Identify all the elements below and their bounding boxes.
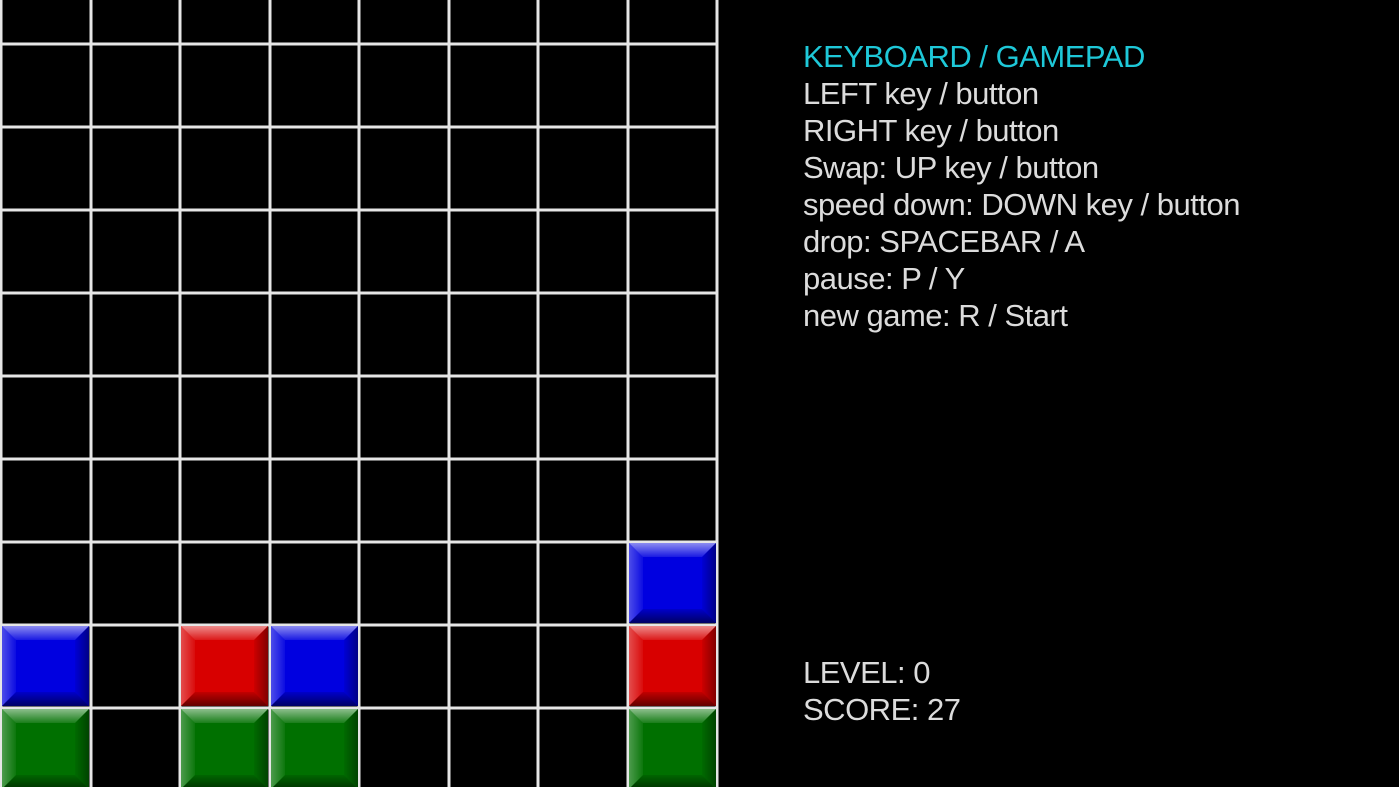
level-value: 0	[913, 655, 930, 690]
control-line-swap: Swap: UP key / button	[803, 150, 1099, 185]
block-red	[181, 626, 268, 706]
control-line-drop: drop: SPACEBAR / A	[803, 224, 1085, 259]
block-green	[271, 709, 358, 787]
block-blue	[2, 626, 89, 706]
control-line-right: RIGHT key / button	[803, 113, 1059, 148]
block-green	[2, 709, 89, 787]
grid-lines	[0, 0, 719, 787]
block-red	[629, 626, 716, 706]
score-value: 27	[926, 692, 961, 727]
game-screen: KEYBOARD / GAMEPAD LEFT key / button RIG…	[0, 0, 1399, 787]
control-line-pause: pause: P / Y	[803, 261, 965, 296]
level-readout: LEVEL: 0	[803, 654, 960, 691]
score-label: SCORE:	[803, 692, 919, 727]
block-blue	[629, 543, 716, 623]
control-line-left: LEFT key / button	[803, 76, 1039, 111]
board-grid	[0, 0, 719, 787]
control-line-speed-down: speed down: DOWN key / button	[803, 187, 1240, 222]
controls-panel: KEYBOARD / GAMEPAD LEFT key / button RIG…	[803, 38, 1383, 334]
controls-heading: KEYBOARD / GAMEPAD	[803, 39, 1145, 74]
block-blue	[271, 626, 358, 706]
game-board	[0, 0, 720, 787]
stats-panel: LEVEL: 0 SCORE: 27	[803, 654, 961, 728]
control-line-new-game: new game: R / Start	[803, 298, 1068, 333]
score-readout: SCORE: 27	[803, 691, 961, 728]
block-green	[629, 709, 716, 787]
block-green	[181, 709, 268, 787]
level-label: LEVEL:	[803, 655, 906, 690]
